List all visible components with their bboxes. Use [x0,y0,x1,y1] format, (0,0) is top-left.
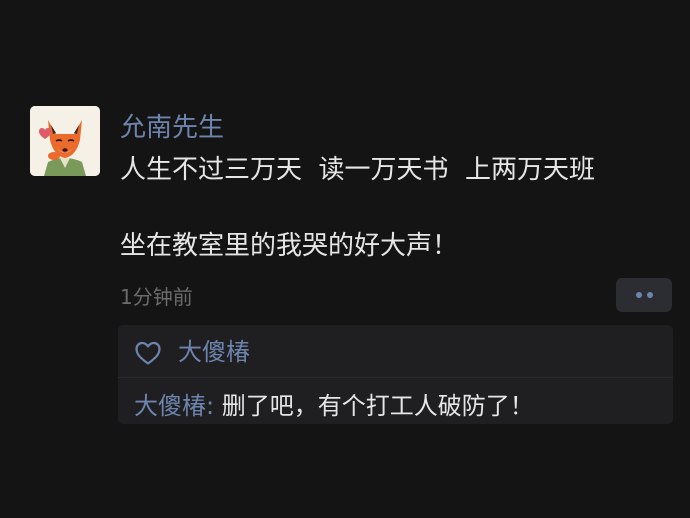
comment-separator: : [206,392,222,420]
post-author[interactable]: 允南先生 [120,110,224,146]
comment-text: 删了吧，有个打工人破防了！ [221,392,534,420]
post-text-line-2: 坐在教室里的我哭的好大声！ [120,231,459,261]
comment-item[interactable]: 大傻椿: 删了吧，有个打工人破防了！ [134,389,534,423]
post-text-line-1: 人生不过三万天 读一万天书 上两万天班 [120,155,596,185]
more-actions-button[interactable] [616,278,672,312]
dot-icon [636,292,642,298]
comment-author[interactable]: 大傻椿 [134,392,206,420]
like-user-name[interactable]: 大傻椿 [178,335,250,369]
avatar[interactable] [30,106,100,176]
dot-icon [647,292,653,298]
moments-post: 允南先生 人生不过三万天 读一万天书 上两万天班 坐在教室里的我哭的好大声！ 1… [0,0,690,518]
divider [118,377,673,378]
fox-avatar-icon [30,106,100,176]
likes-row: 大傻椿 [118,325,673,377]
interaction-panel: 大傻椿 大傻椿: 删了吧，有个打工人破防了！ [118,325,673,424]
heart-icon [135,341,161,365]
post-timestamp: 1分钟前 [120,285,193,309]
